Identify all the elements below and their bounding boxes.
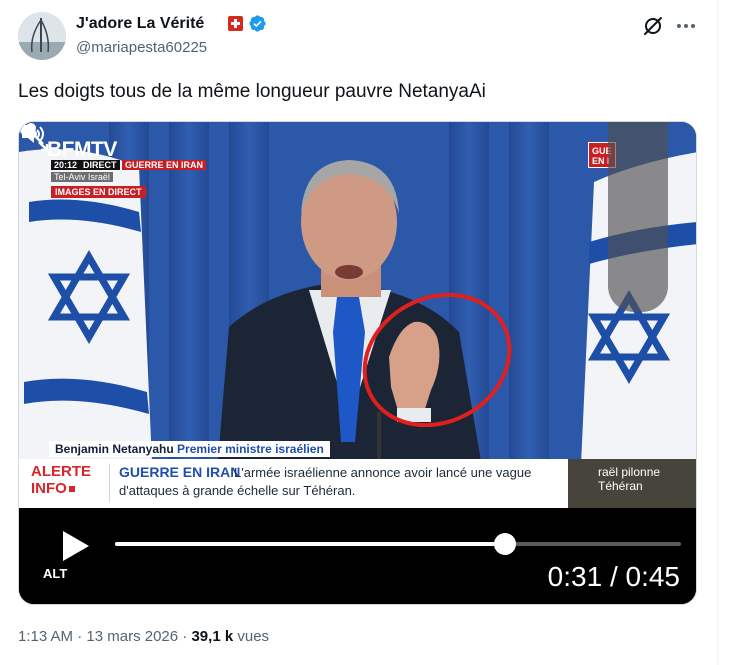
verified-badge-icon (249, 15, 266, 32)
meta-separator: · (77, 628, 83, 645)
topic-tag: GUERRE EN IRAN (122, 160, 207, 170)
time-total: 0:45 (625, 561, 681, 592)
tweet-meta: 1:13 AM · 13 mars 2026 · 39,1 k vues (18, 628, 269, 645)
progress-bar[interactable] (115, 533, 681, 555)
meta-separator: · (182, 628, 188, 645)
tweet-text: Les doigts tous de la même longueur pauv… (18, 81, 486, 102)
next-clip-line-1: raël pilonne (598, 465, 661, 479)
more-horizontal-icon[interactable] (674, 14, 698, 38)
avatar[interactable] (18, 12, 66, 60)
ticker-text-line-1: L'armée israélienne annonce avoir lancé … (234, 465, 532, 480)
ticker-text-line-2: d'attaques à grande échelle sur Téhéran. (119, 483, 356, 498)
author-display-name[interactable]: J'adore La Vérité (76, 14, 204, 34)
ticker-divider (109, 464, 110, 502)
fullscreen-icon[interactable] (19, 122, 51, 154)
column-border (717, 0, 718, 665)
video-player[interactable]: BFMTV 20:12 DIRECT GUERRE EN IRAN Tel-Avi… (18, 121, 697, 605)
ticker-headline: GUERRE EN IRAN (119, 464, 241, 480)
post-time[interactable]: 1:13 AM (18, 628, 73, 645)
video-frame[interactable]: BFMTV 20:12 DIRECT GUERRE EN IRAN Tel-Avi… (19, 122, 696, 508)
grok-icon[interactable] (641, 14, 665, 38)
next-clip-thumbnail: raël pilonne Téhéran (568, 459, 696, 508)
alert-info-label: ALERTE INFO (31, 463, 91, 497)
alert-line-2: INFO (31, 480, 67, 497)
progress-scrubber-knob[interactable] (493, 533, 516, 555)
views-label: vues (237, 628, 270, 645)
alt-text-badge[interactable]: ALT (43, 566, 67, 581)
speaker-role: Premier ministre israélien (177, 442, 324, 456)
news-ticker: ALERTE INFO GUERRE EN IRAN L'armée israé… (19, 459, 568, 508)
play-icon[interactable] (57, 528, 93, 564)
broadcast-info-row: 20:12 DIRECT GUERRE EN IRAN (51, 160, 207, 170)
channel-logo: BFMTV (47, 138, 117, 161)
speaker-name-strip: Benjamin Netanyahu Premier ministre isra… (49, 441, 330, 457)
time-readout: 0:31 / 0:45 (548, 560, 680, 594)
direct-label: DIRECT (80, 160, 120, 170)
video-controls: ALT 0:31 / 0:45 (19, 508, 696, 604)
alert-line-1: ALERTE (31, 463, 91, 480)
time-current: 0:31 (547, 561, 603, 592)
author-handle[interactable]: @mariapesta60225 (76, 39, 207, 56)
time-separator: / (609, 561, 618, 592)
post-date[interactable]: 13 mars 2026 (86, 628, 178, 645)
next-clip-caption: raël pilonne Téhéran (598, 465, 660, 493)
views-count: 39,1 k (191, 628, 234, 645)
mute-control-pill[interactable] (608, 122, 668, 312)
swiss-flag-icon (228, 16, 243, 31)
next-clip-line-2: Téhéran (598, 479, 643, 493)
broadcast-location: Tel-Aviv Israël (51, 172, 113, 182)
speaker-name: Benjamin Netanyahu (55, 442, 174, 456)
progress-bar-fill (115, 542, 505, 546)
broadcast-time: 20:12 (51, 160, 81, 170)
live-images-label: IMAGES EN DIRECT (51, 186, 146, 198)
